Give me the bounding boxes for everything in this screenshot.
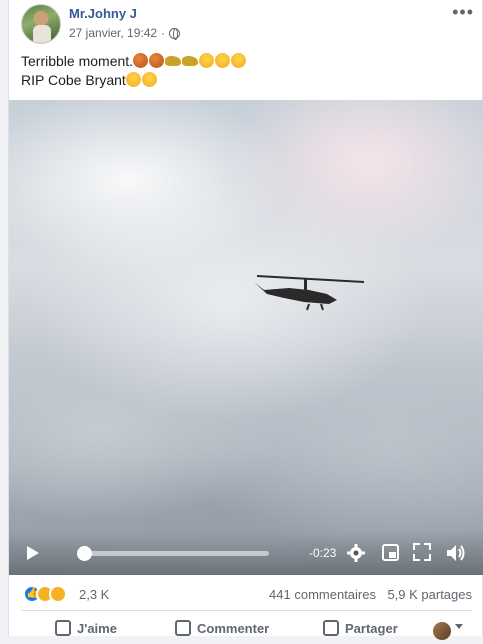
- post-text-line-2: RIP Cobe Bryant: [21, 71, 247, 90]
- helicopter-icon: [182, 56, 199, 66]
- share-button[interactable]: Partager: [323, 620, 398, 636]
- thumbs-up-icon: [55, 620, 71, 636]
- reaction-icons[interactable]: [23, 585, 67, 603]
- more-options-icon[interactable]: •••: [452, 2, 474, 23]
- post-text-line-2-text: RIP Cobe Bryant: [21, 72, 126, 88]
- picture-in-picture-icon[interactable]: [382, 544, 399, 561]
- share-icon: [323, 620, 339, 636]
- share-label: Partager: [345, 620, 398, 636]
- post-stats: 2,3 K 441 commentaires 5,9 K partages: [9, 580, 483, 610]
- comment-label: Commenter: [197, 620, 270, 636]
- post-date[interactable]: 27 janvier, 19:42: [69, 26, 157, 40]
- play-icon[interactable]: [27, 546, 39, 560]
- post-header: Mr.Johny J 27 janvier, 19:42 · •••: [9, 0, 483, 48]
- chevron-down-icon[interactable]: [455, 624, 463, 629]
- divider: [21, 610, 472, 611]
- author-avatar[interactable]: [21, 4, 61, 44]
- comments-count[interactable]: 441 commentaires: [269, 587, 376, 602]
- reaction-count[interactable]: 2,3 K: [79, 587, 109, 602]
- viewer-avatar[interactable]: [433, 622, 451, 640]
- meta-separator: ·: [161, 26, 166, 40]
- comment-icon: [175, 620, 191, 636]
- fullscreen-icon[interactable]: [413, 543, 431, 561]
- video-player[interactable]: -0:23: [9, 100, 483, 575]
- post-actions: J'aime Commenter Partager: [9, 614, 483, 644]
- time-remaining: -0:23: [309, 546, 337, 560]
- comment-button[interactable]: Commenter: [175, 620, 269, 636]
- post-text-line-1: Terribble moment.: [21, 52, 247, 71]
- seek-handle[interactable]: [77, 546, 92, 561]
- helicopter-in-clouds: [254, 275, 365, 311]
- globe-icon[interactable]: [169, 27, 181, 40]
- crying-face-icon: [199, 53, 215, 68]
- volume-icon[interactable]: [445, 542, 467, 564]
- seek-bar[interactable]: [85, 551, 269, 556]
- crying-face-icon: [231, 53, 247, 68]
- shares-count[interactable]: 5,9 K partages: [387, 587, 472, 602]
- post-card: Mr.Johny J 27 janvier, 19:42 · ••• Terri…: [8, 0, 483, 640]
- wow-reaction-icon: [49, 585, 67, 603]
- helicopter-icon: [165, 56, 182, 66]
- crying-face-icon: [141, 72, 157, 87]
- crying-face-icon: [125, 72, 141, 87]
- post-text: Terribble moment. RIP Cobe Bryant: [21, 52, 247, 90]
- basketball-icon: [133, 53, 149, 68]
- like-button[interactable]: J'aime: [55, 620, 117, 636]
- basketball-icon: [149, 53, 165, 68]
- post-meta: 27 janvier, 19:42 ·: [69, 26, 181, 40]
- author-name[interactable]: Mr.Johny J: [69, 6, 137, 21]
- crying-face-icon: [215, 53, 231, 68]
- post-text-line-1-text: Terribble moment.: [21, 53, 134, 69]
- gear-icon[interactable]: [346, 543, 366, 563]
- video-controls: -0:23: [9, 531, 483, 575]
- like-label: J'aime: [77, 620, 117, 636]
